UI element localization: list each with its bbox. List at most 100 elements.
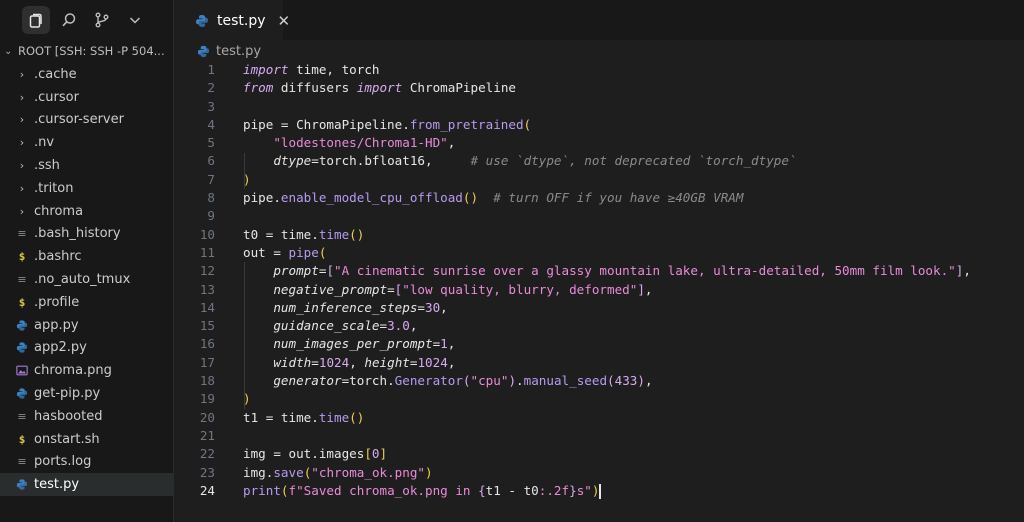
code-token: ) <box>243 391 251 407</box>
code-token: 1 <box>440 336 448 352</box>
code-token: out = <box>243 244 289 260</box>
code-token: height <box>364 354 410 370</box>
code-token: Generator <box>394 373 463 389</box>
line-number: 16 <box>199 336 215 352</box>
file-tree-item[interactable]: › .cursor <box>0 86 174 109</box>
code-token: = <box>311 354 319 370</box>
chevron-right-icon: › <box>19 67 25 81</box>
code-token: 3.0 <box>387 318 410 334</box>
code-token: , <box>963 263 971 279</box>
line-number: 5 <box>207 135 215 151</box>
line-number: 13 <box>199 281 215 297</box>
line-number: 18 <box>199 373 215 389</box>
shell-file-icon: $ <box>18 432 26 446</box>
file-tree-item[interactable]: $ .profile <box>0 291 174 314</box>
file-tree-item[interactable]: › .cursor-server <box>0 109 174 132</box>
file-tree-item[interactable]: ≡ .no_auto_tmux <box>0 268 174 291</box>
file-tree-item-label: app.py <box>34 317 79 333</box>
file-tree-item[interactable]: › .ssh <box>0 154 174 177</box>
file-tree-item[interactable]: ≡ ports.log <box>0 451 174 474</box>
file-tree-item[interactable]: get-pip.py <box>0 382 174 405</box>
code-token: ) <box>637 373 645 389</box>
code-line: 7) <box>175 171 1024 189</box>
file-tree-item[interactable]: ≡ .bash_history <box>0 223 174 246</box>
file-tree-item-label: ports.log <box>34 454 92 470</box>
python-icon <box>16 478 28 492</box>
code-token: , <box>644 373 653 389</box>
python-icon <box>195 14 209 28</box>
search-icon[interactable] <box>55 6 83 34</box>
code-line: 3 <box>175 98 1024 116</box>
python-icon <box>16 387 28 401</box>
code-text: prompt=["A cinematic sunrise over a glas… <box>243 262 971 280</box>
file-tree-item[interactable]: app.py <box>0 314 174 337</box>
code-token: , <box>440 299 448 315</box>
file-tree-item[interactable]: app2.py <box>0 337 174 360</box>
code-token: ) <box>425 464 433 480</box>
code-token: f"Saved chroma_ok.png in <box>288 482 479 498</box>
code-token: pipe = ChromaPipeline. <box>243 116 410 132</box>
code-line: 2 from diffusers import ChromaPipeline <box>175 79 1024 97</box>
file-tree-item[interactable]: ≡ hasbooted <box>0 405 174 428</box>
code-token: guidance_scale <box>273 318 380 334</box>
code-token: from_pretrained <box>409 116 524 132</box>
chevron-right-icon: › <box>19 204 25 218</box>
chevron-right-icon: › <box>19 113 25 127</box>
code-token: "low quality, blurry, deformed" <box>402 281 638 297</box>
code-token: ] <box>637 281 645 297</box>
file-tree: › .cache › .cursor › .cursor-server › .nv › .ssh ›… <box>0 63 174 497</box>
code-token: img = out.images <box>243 446 365 462</box>
code-text: import time, torch <box>243 61 380 79</box>
file-tree-item-label: .ssh <box>34 158 60 174</box>
explorer-sidebar: ⌄ ROOT [SSH: SSH -P 504... › .cache › .curs… <box>0 0 174 522</box>
code-token: ( <box>462 373 471 389</box>
file-tree-item[interactable]: $ onstart.sh <box>0 428 174 451</box>
code-text: pipe = ChromaPipeline.from_pretrained( <box>243 116 531 134</box>
code-text: num_images_per_prompt=1, <box>243 335 455 353</box>
close-icon[interactable]: ✕ <box>278 12 291 30</box>
line-number: 21 <box>199 427 215 443</box>
code-token: , <box>644 281 653 297</box>
code-text: dtype=torch.bfloat16, # use `dtype`, not… <box>243 152 796 170</box>
code-line: 12 prompt=["A cinematic sunrise over a g… <box>175 262 1024 280</box>
code-token: =torch.bfloat16, <box>311 153 471 169</box>
file-tree-item[interactable]: › chroma <box>0 200 174 223</box>
code-token: =torch. <box>341 373 395 389</box>
explorer-root[interactable]: ⌄ ROOT [SSH: SSH -P 504... <box>4 40 172 62</box>
files-icon[interactable] <box>22 6 50 34</box>
chevron-down-icon[interactable] <box>121 6 149 34</box>
file-tree-item[interactable]: $ .bashrc <box>0 245 174 268</box>
file-tree-item[interactable]: › .triton <box>0 177 174 200</box>
file-tree-item[interactable]: › .cache <box>0 63 174 86</box>
shell-file-icon: $ <box>18 250 26 264</box>
line-number: 8 <box>207 190 215 206</box>
code-token: "chroma_ok.png" <box>311 464 426 480</box>
file-tree-item-label: .triton <box>34 180 74 196</box>
file-tree-item[interactable]: chroma.png <box>0 359 174 382</box>
file-tree-item-label: .bashrc <box>34 249 82 265</box>
source-control-icon[interactable] <box>88 6 116 34</box>
text-file-icon: ≡ <box>17 227 27 241</box>
tab-test-py[interactable]: test.py ✕ <box>175 0 290 40</box>
code-area[interactable]: 1 import time, torch 2 from diffusers impor… <box>175 61 1024 500</box>
code-line: 21 <box>175 427 1024 445</box>
code-token: s" <box>576 482 592 498</box>
editor: test.py ✕ test.py 1 import time, torch 2 fr… <box>175 0 1024 522</box>
file-tree-item[interactable]: test.py <box>0 473 174 497</box>
file-tree-item[interactable]: › .nv <box>0 131 174 154</box>
breadcrumb[interactable]: test.py <box>197 41 261 61</box>
code-line: 10 t0 = time.time() <box>175 226 1024 244</box>
code-token: time, torch <box>288 62 380 77</box>
code-text: width=1024, height=1024, <box>243 354 455 372</box>
explorer-root-label: ROOT [SSH: SSH -P 504... <box>18 44 165 58</box>
code-text: num_inference_steps=30, <box>243 299 448 317</box>
code-token: "A cinematic sunrise over a glassy mount… <box>334 263 956 279</box>
code-token: enable_model_cpu_offload <box>280 190 463 206</box>
code-token: ) <box>243 171 251 187</box>
code-token: ChromaPipeline <box>402 80 516 96</box>
